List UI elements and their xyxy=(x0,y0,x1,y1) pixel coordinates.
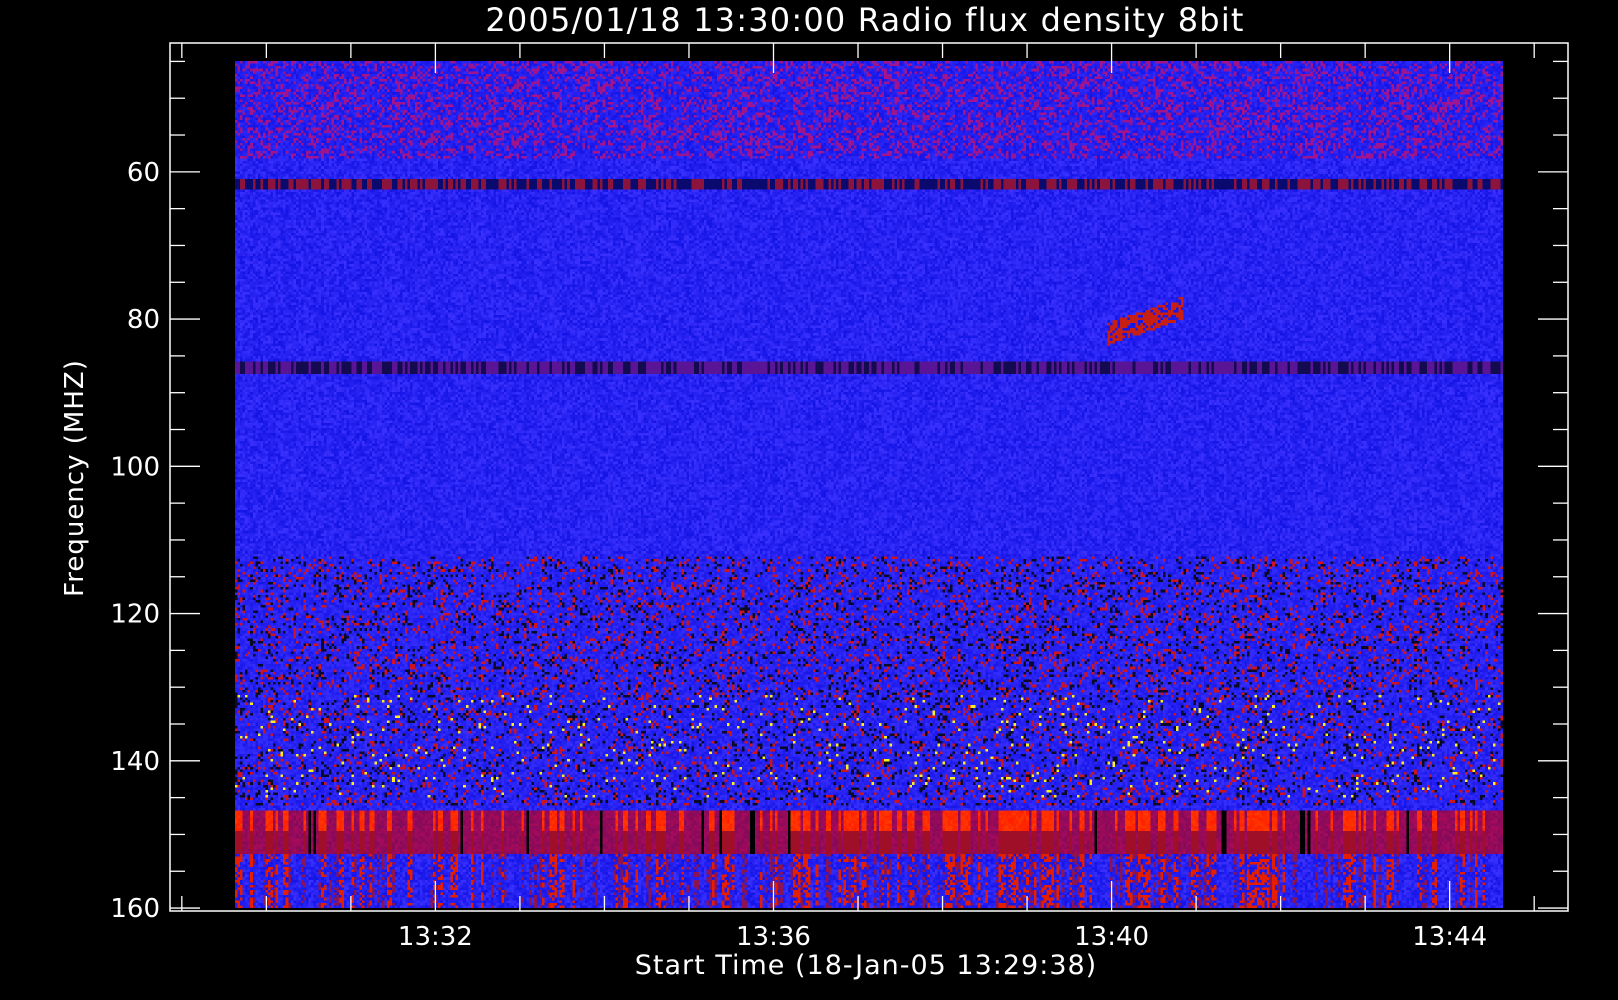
plot-frame xyxy=(169,42,1569,912)
y-tick-label: 140 xyxy=(110,747,160,777)
y-axis-ticks: 60 80 100 120 140 160 xyxy=(110,60,1568,924)
x-axis-label: Start Time (18-Jan-05 13:29:38) xyxy=(635,950,1097,981)
y-axis-label: Frequency (MHZ) xyxy=(60,359,90,597)
y-tick-label: 120 xyxy=(110,600,160,630)
axes: 2005/01/18 13:30:00 Radio flux density 8… xyxy=(60,1,1569,981)
x-tick-label: 13:36 xyxy=(736,922,811,952)
y-tick-label: 100 xyxy=(110,452,160,482)
y-tick-label: 160 xyxy=(110,894,160,924)
chart-title: 2005/01/18 13:30:00 Radio flux density 8… xyxy=(485,1,1244,39)
figure: 2005/01/18 13:30:00 Radio flux density 8… xyxy=(0,0,1618,1000)
x-tick-label: 13:44 xyxy=(1412,922,1487,952)
y-tick-label: 60 xyxy=(127,158,160,188)
x-tick-label: 13:32 xyxy=(398,922,473,952)
x-tick-label: 13:40 xyxy=(1074,922,1149,952)
y-tick-label: 80 xyxy=(127,305,160,335)
x-axis-ticks: 13:32 13:36 13:40 13:44 xyxy=(181,43,1535,952)
